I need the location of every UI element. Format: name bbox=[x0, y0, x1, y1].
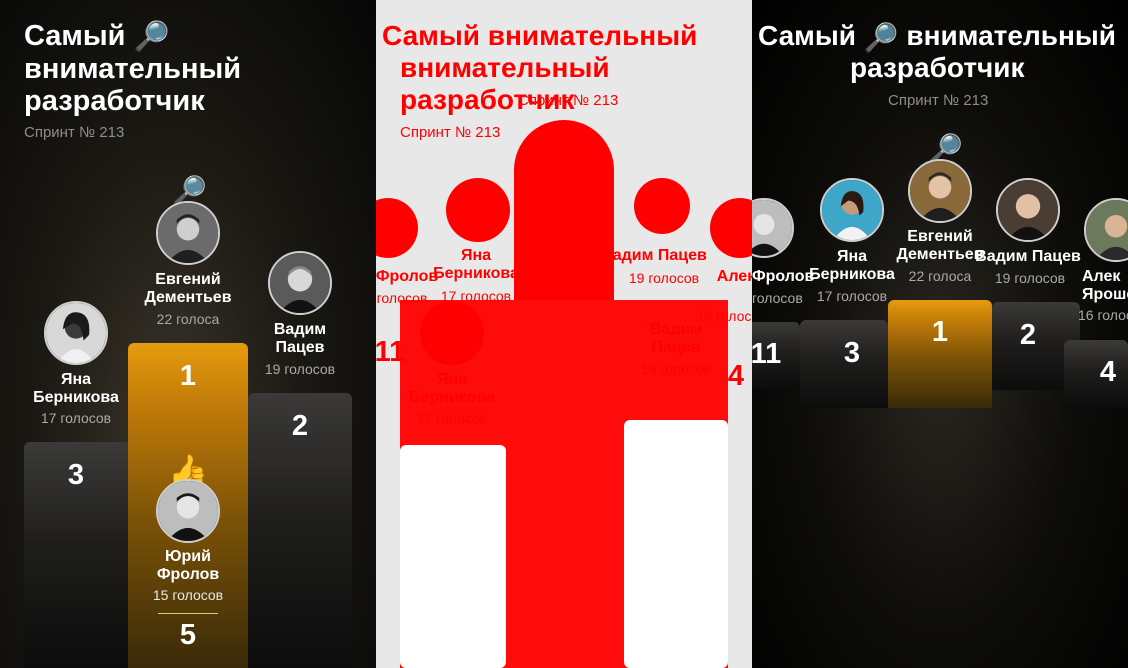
page-title-scrolled-2: разработчик bbox=[850, 52, 1025, 83]
place-number-4: 4 bbox=[1099, 356, 1117, 388]
place-number-3: 3 bbox=[67, 459, 85, 491]
votes-vadim-scrolled: 19 голосов bbox=[994, 270, 1066, 286]
avatar-vadim-scrolled[interactable] bbox=[996, 178, 1060, 242]
avatar-vadim[interactable] bbox=[268, 251, 332, 315]
diff-votes-vadim: 19 голосов bbox=[628, 270, 700, 286]
place-number-2: 2 bbox=[291, 410, 309, 442]
votes-vadim: 19 голосов bbox=[264, 361, 336, 377]
avatar-yana[interactable] bbox=[44, 301, 108, 365]
name-alex: АлекЯроше bbox=[1082, 268, 1128, 303]
diff-place-11: 11 bbox=[376, 336, 406, 368]
divider bbox=[158, 613, 218, 614]
diff-votes-alex: 16 голос bbox=[696, 308, 752, 324]
votes-frolov-scrolled: голосов bbox=[752, 290, 803, 306]
diff-avatar-4 bbox=[710, 198, 752, 258]
place-number-1: 1 bbox=[179, 360, 197, 392]
avatar-yana-scrolled[interactable] bbox=[820, 178, 884, 242]
name-vadim-scrolled: Вадим Пацев bbox=[975, 248, 1081, 265]
votes-evgeny-scrolled: 22 голоса bbox=[908, 268, 972, 284]
magnifier-icon: 🔎 bbox=[133, 21, 170, 54]
diff-region-top bbox=[514, 120, 614, 300]
panel-original: Самый 🔎 внимательный разработчик Спринт … bbox=[0, 0, 376, 668]
magnifier-icon: 🔎 bbox=[863, 21, 899, 53]
diff-avatar-5 bbox=[376, 198, 418, 258]
diff-subtitle: Спринт № 213 bbox=[400, 124, 501, 141]
votes-yuri: 15 голосов bbox=[152, 587, 224, 603]
avatar-evgeny-scrolled[interactable] bbox=[908, 159, 972, 223]
diff-votes-vadim-2: 19 голосов bbox=[640, 361, 712, 377]
diff-name-frolov: Фролов bbox=[376, 268, 439, 285]
diff-avatar-2 bbox=[420, 301, 484, 365]
name-vadim: Вадим Пацев bbox=[273, 321, 327, 356]
place-number-1-scrolled: 1 bbox=[931, 316, 949, 348]
diff-avatar-3 bbox=[634, 178, 690, 234]
diff-hole-right bbox=[624, 420, 728, 668]
place-number-11: 11 bbox=[752, 338, 782, 370]
diff-name-alex: Алек bbox=[716, 268, 752, 285]
name-yana: Яна Берникова bbox=[33, 371, 119, 406]
diff-name-vadim: Вадим Пацев bbox=[649, 321, 703, 356]
diff-votes-frolov: голосов bbox=[376, 290, 428, 306]
avatar-evgeny[interactable] bbox=[156, 201, 220, 265]
diff-hole-left bbox=[400, 445, 506, 668]
page-title: Самый 🔎 внимательный разработчик bbox=[24, 20, 242, 118]
votes-yana-scrolled: 17 голосов bbox=[816, 288, 888, 304]
name-evgeny: Евгений Дементьев bbox=[144, 271, 232, 306]
diff-avatar-1 bbox=[446, 178, 510, 242]
diff-title-2: внимательный bbox=[400, 52, 610, 83]
place-number-2-scrolled: 2 bbox=[1019, 319, 1037, 351]
avatar-alex[interactable] bbox=[1084, 198, 1128, 262]
diff-votes-yana-2: 17 голосов bbox=[416, 410, 488, 426]
diff-title: Самый внимательный bbox=[382, 20, 698, 51]
panel-scrolled: Самый 🔎 внимательный разработчик Спринт … bbox=[752, 0, 1128, 668]
votes-alex: 16 голос bbox=[1078, 307, 1128, 323]
avatar-yuri[interactable] bbox=[156, 479, 220, 543]
diff-votes-yana: 17 голосов bbox=[440, 288, 512, 304]
name-yuri: Юрий Фролов bbox=[156, 548, 220, 583]
votes-evgeny: 22 голоса bbox=[156, 311, 220, 327]
place-number-5: 5 bbox=[179, 619, 197, 651]
diff-place-4: 4 bbox=[727, 360, 745, 392]
sprint-label-scrolled: Спринт № 213 bbox=[888, 92, 989, 109]
avatar-frolov-scrolled[interactable] bbox=[752, 198, 794, 258]
votes-yana: 17 голосов bbox=[40, 410, 112, 426]
panel-diff: Самый внимательный внимательный разработ… bbox=[376, 0, 752, 668]
diff-subtitle-ghost: Спринт № 213 bbox=[518, 92, 619, 109]
diff-name-vadim-full: Вадим Пацев bbox=[601, 247, 707, 264]
diff-name-yana-2: Яна Берникова bbox=[409, 371, 495, 406]
sprint-label: Спринт № 213 bbox=[24, 124, 125, 141]
page-title-scrolled: Самый 🔎 внимательный bbox=[758, 20, 1116, 53]
